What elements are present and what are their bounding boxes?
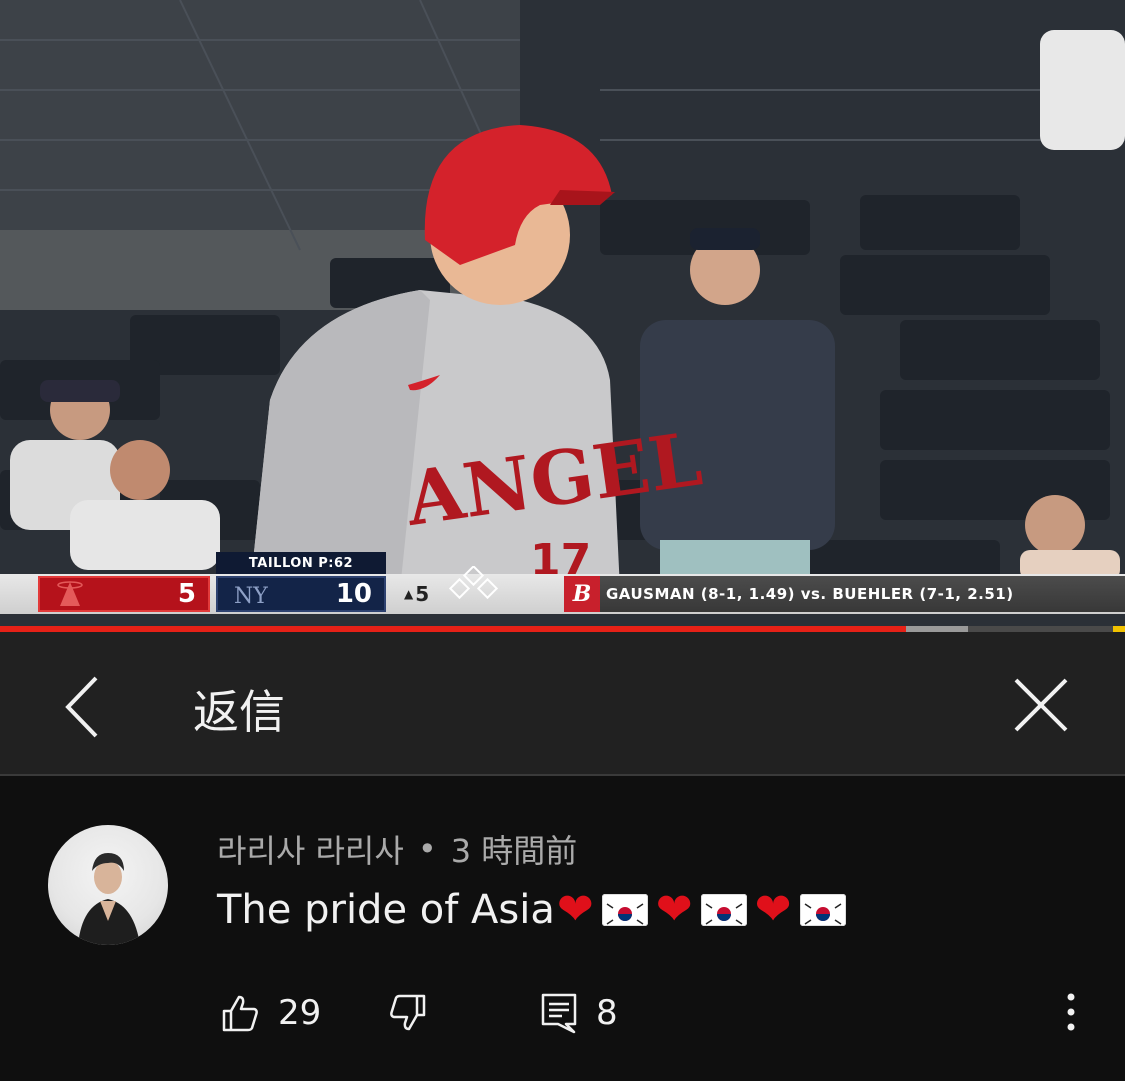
pitching-matchup: B GAUSMAN (8-1, 1.49) vs. BUEHLER (7-1, … (564, 576, 1125, 612)
away-score: 5 (177, 579, 196, 609)
replies-header (0, 632, 1125, 776)
meta-separator: • (417, 830, 437, 868)
sponsor-logo-icon: B (564, 576, 600, 612)
back-button[interactable] (56, 672, 112, 742)
reply-button[interactable]: 8 (540, 985, 618, 1041)
video-player[interactable]: ANGEL 17 TAILLON P:62 5 NY 10 ▲ 5 B GAUS… (0, 0, 1125, 632)
away-team-score: 5 (38, 576, 210, 612)
like-count: 29 (278, 993, 322, 1033)
red-heart-emoji-icon: ❤ (655, 884, 693, 935)
home-team-score: NY 10 (216, 576, 386, 612)
bases-diamond-icon (448, 566, 499, 600)
reply-count: 8 (596, 993, 618, 1033)
comment-icon (541, 993, 577, 1034)
like-button[interactable]: 29 (220, 985, 321, 1041)
red-heart-emoji-icon: ❤ (556, 884, 594, 935)
avatar-image (78, 853, 140, 945)
avatar[interactable] (48, 825, 168, 945)
thumbs-up-icon (222, 995, 258, 1032)
inning-indicator: ▲ 5 (404, 580, 429, 608)
page-title: 返信 (193, 685, 285, 739)
more-options-button[interactable] (1052, 988, 1090, 1036)
comment-meta: 라리사 라리사 • 3 時間前 (217, 826, 577, 872)
comment-time: 3 時間前 (450, 832, 578, 870)
pitcher-tag: TAILLON P:62 (216, 552, 386, 574)
home-score: 10 (335, 579, 372, 609)
close-icon (1014, 678, 1068, 732)
chevron-left-icon (65, 676, 98, 738)
dislike-button[interactable] (388, 985, 428, 1041)
comment-text: The pride of Asia (217, 886, 555, 933)
south-korea-flag-icon (799, 893, 846, 926)
top-inning-arrow-icon: ▲ (404, 587, 414, 601)
thumbs-down-icon (390, 994, 426, 1031)
comment-actions: 29 8 (0, 985, 1125, 1041)
video-frame: ANGEL 17 (0, 0, 1125, 632)
inning-number: 5 (415, 582, 430, 606)
red-heart-emoji-icon: ❤ (754, 884, 792, 935)
angels-logo-icon (40, 578, 100, 610)
close-button[interactable] (1008, 672, 1074, 738)
south-korea-flag-icon (601, 893, 648, 926)
yankees-logo-icon: NY (218, 578, 278, 610)
comment-author[interactable]: 라리사 라리사 (217, 826, 404, 872)
matchup-text: GAUSMAN (8-1, 1.49) vs. BUEHLER (7-1, 2.… (606, 585, 1014, 603)
south-korea-flag-icon (700, 893, 747, 926)
svg-text:NY: NY (234, 584, 268, 609)
comment-body: The pride of Asia ❤ ❤ ❤ (217, 884, 852, 935)
more-vertical-icon (1067, 993, 1075, 1031)
